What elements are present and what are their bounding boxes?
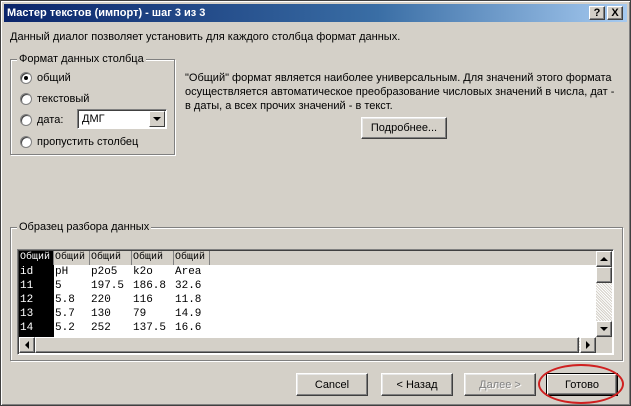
- help-button[interactable]: ?: [589, 6, 605, 20]
- arrow-right-icon: [586, 341, 590, 349]
- title-bar: Мастер текстов (импорт) - шаг 3 из 3 ? X: [4, 4, 627, 22]
- preview-cell: pH: [55, 266, 69, 278]
- column-header-2[interactable]: Общий: [54, 251, 90, 265]
- column-header-4[interactable]: Общий: [132, 251, 174, 265]
- chevron-down-icon: [153, 117, 161, 121]
- info-line-1: "Общий" формат является наиболее универс…: [185, 72, 612, 84]
- preview-cell: 14.9: [175, 308, 202, 320]
- preview-cell: 12: [20, 294, 34, 306]
- preview-cell: p2o5: [91, 266, 118, 278]
- column-header-3[interactable]: Общий: [90, 251, 132, 265]
- radio-date-circle[interactable]: [20, 114, 32, 126]
- preview-cell: 5.7: [55, 308, 75, 320]
- format-info-text: "Общий" формат является наиболее универс…: [185, 71, 625, 113]
- preview-cell: 220: [91, 294, 111, 306]
- preview-cell: 5.2: [55, 322, 75, 334]
- radio-date[interactable]: дата:: [20, 112, 63, 128]
- preview-cell: 14: [20, 322, 34, 334]
- preview-cell: 11: [20, 280, 34, 292]
- preview-cell: 11.8: [175, 294, 202, 306]
- column-format-legend: Формат данных столбца: [17, 53, 146, 65]
- arrow-down-icon: [600, 327, 608, 331]
- scroll-right-button[interactable]: [580, 337, 596, 353]
- date-format-combo[interactable]: ДМГ: [77, 109, 167, 129]
- arrow-left-icon: [25, 341, 29, 349]
- preview-cell: 252: [91, 322, 111, 334]
- arrow-up-icon: [600, 257, 608, 261]
- radio-skip-circle[interactable]: [20, 136, 32, 148]
- window-title: Мастер текстов (импорт) - шаг 3 из 3: [7, 7, 206, 19]
- preview-cell: 79: [133, 308, 147, 320]
- date-format-value: ДМГ: [82, 113, 105, 125]
- scroll-down-button[interactable]: [596, 321, 612, 337]
- preview-column-headers: Общий Общий Общий Общий Общий: [19, 251, 596, 265]
- column-format-group: Формат данных столбца общий текстовый да…: [10, 53, 175, 155]
- horizontal-scroll-thumb[interactable]: [35, 337, 579, 353]
- preview-cell: 186.8: [133, 280, 167, 292]
- cancel-button[interactable]: Cancel: [296, 373, 368, 396]
- horizontal-scrollbar[interactable]: [19, 337, 596, 353]
- radio-general-label: общий: [37, 72, 71, 84]
- next-button[interactable]: Далее >: [464, 373, 536, 396]
- preview-cell: 5.8: [55, 294, 75, 306]
- scroll-left-button[interactable]: [19, 337, 35, 353]
- combo-dropdown-button[interactable]: [149, 111, 165, 127]
- dialog-description: Данный диалог позволяет установить для к…: [10, 31, 401, 43]
- radio-text[interactable]: текстовый: [20, 91, 89, 107]
- preview-cell: 130: [91, 308, 111, 320]
- text-import-wizard-dialog: Мастер текстов (импорт) - шаг 3 из 3 ? X…: [0, 0, 631, 406]
- radio-text-label: текстовый: [37, 93, 90, 105]
- preview-cell: id: [20, 266, 34, 278]
- data-preview-pane[interactable]: Общий Общий Общий Общий Общий id pH p2o5…: [17, 249, 614, 355]
- column-header-5[interactable]: Общий: [174, 251, 210, 265]
- radio-date-label: дата:: [37, 114, 64, 126]
- vertical-scroll-thumb[interactable]: [596, 267, 612, 283]
- preview-cell: 116: [133, 294, 153, 306]
- preview-cell: k2o: [133, 266, 153, 278]
- radio-skip[interactable]: пропустить столбец: [20, 134, 138, 150]
- preview-cell: Area: [175, 266, 202, 278]
- preview-cell: 13: [20, 308, 34, 320]
- scroll-up-button[interactable]: [596, 251, 612, 267]
- radio-general-circle[interactable]: [20, 72, 32, 84]
- back-button[interactable]: < Назад: [381, 373, 453, 396]
- preview-rows: id pH p2o5 k2o Area 11 5 197.5 186.8 32.…: [19, 265, 596, 337]
- preview-cell: 32.6: [175, 280, 202, 292]
- vertical-scrollbar[interactable]: [596, 251, 612, 337]
- radio-general[interactable]: общий: [20, 70, 71, 86]
- radio-selected-dot: [24, 76, 28, 80]
- more-details-button[interactable]: Подробнее...: [361, 117, 447, 139]
- scrollbar-corner: [596, 337, 612, 353]
- preview-cell: 5: [55, 280, 62, 292]
- radio-text-circle[interactable]: [20, 93, 32, 105]
- preview-cell: 197.5: [91, 280, 125, 292]
- column-header-1[interactable]: Общий: [19, 251, 54, 265]
- info-line-2: осуществляется автоматическое преобразов…: [185, 86, 615, 98]
- preview-cell: 16.6: [175, 322, 202, 334]
- data-preview-legend: Образец разбора данных: [17, 221, 152, 233]
- close-button[interactable]: X: [607, 6, 623, 20]
- info-line-3: в даты, а всех прочих значений - в текст…: [185, 100, 393, 112]
- finish-button[interactable]: Готово: [546, 373, 618, 396]
- preview-cell: 137.5: [133, 322, 167, 334]
- radio-skip-label: пропустить столбец: [37, 136, 139, 148]
